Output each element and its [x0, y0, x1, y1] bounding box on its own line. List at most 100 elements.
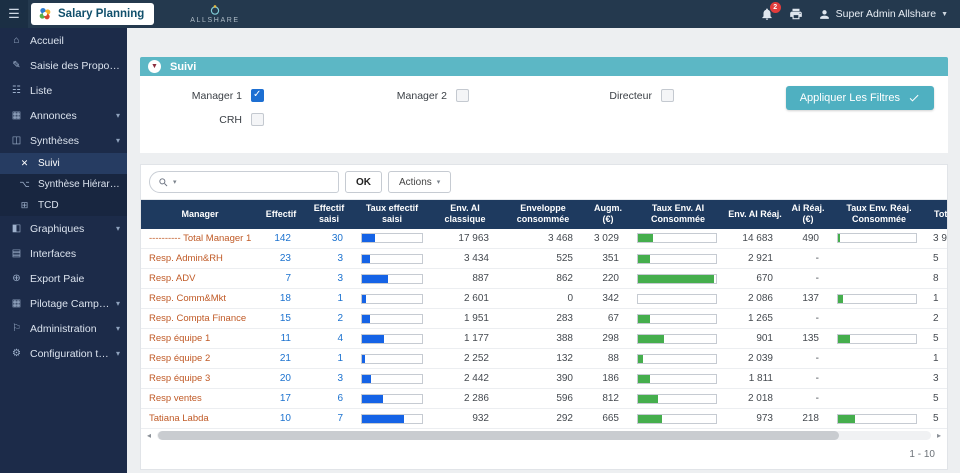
sidebar-item-annonces[interactable]: ▦ Annonces ▾ — [0, 103, 127, 128]
column-header-effectif[interactable]: Effectif — [259, 200, 303, 229]
column-header-enveloppe-consomm-e[interactable]: Enveloppe consommée — [501, 200, 585, 229]
cell-taux-env-reaj-consommee — [831, 388, 927, 409]
cell-env-ai-classique: 932 — [429, 408, 501, 429]
cell-manager[interactable]: Resp. ADV — [141, 268, 259, 289]
sidebar-item-liste[interactable]: ☷ Liste — [0, 78, 127, 103]
sidebar-item-synth-se-hi-rarchique[interactable]: ⌥ Synthèse Hiérarchique — [0, 174, 127, 195]
table-row[interactable]: Resp équipe 1 11 4 1 177 388 298 901 135 5 — [141, 328, 947, 349]
column-header-ai-r-aj[interactable]: Ai Réaj. (€) — [785, 200, 831, 229]
hamburger-menu-icon[interactable]: ☰ — [0, 0, 28, 28]
scrollbar-track[interactable] — [157, 431, 931, 440]
column-header-augm[interactable]: Augm. (€) — [585, 200, 631, 229]
scroll-left-icon[interactable]: ◂ — [144, 429, 154, 442]
chevron-down-icon: ▾ — [436, 179, 441, 186]
cell-manager[interactable]: Tatiana Labda — [141, 408, 259, 429]
cell-ai-reaj: - — [785, 368, 831, 389]
apply-filters-button[interactable]: Appliquer Les Filtres — [785, 86, 934, 110]
cell-taux-env-reaj-consommee — [831, 348, 927, 369]
app-logo[interactable]: Salary Planning — [31, 3, 155, 25]
cell-manager[interactable]: Resp ventes — [141, 388, 259, 409]
sidebar-item-label: Export Paie — [30, 272, 85, 285]
column-header-total-ai[interactable]: Total AI — [927, 200, 947, 229]
cell-taux-env-ai-consommee — [631, 388, 725, 409]
table-row[interactable]: Resp. Admin&RH 23 3 3 434 525 351 2 921- 5 — [141, 248, 947, 269]
column-header-env-ai-classique[interactable]: Env. AI classique — [429, 200, 501, 229]
sidebar-item-interfaces[interactable]: ▤ Interfaces — [0, 241, 127, 266]
progress-fill-green — [638, 334, 664, 343]
table-row[interactable]: Resp équipe 3 20 3 2 442 390 186 1 811-3 — [141, 368, 947, 389]
table-row[interactable]: Tatiana Labda 10 7 932 292 665 973 218 5 — [141, 408, 947, 429]
progress-fill-green — [638, 254, 650, 263]
table-row[interactable]: Resp. Comm&Mkt 18 1 2 601 0 342 2 086 137 1 — [141, 288, 947, 309]
table-row[interactable]: ---------- Total Manager 1 142 30 17 963 3 4… — [141, 228, 947, 249]
pencil-icon: ✎ — [12, 60, 21, 71]
checkbox-crh[interactable] — [251, 113, 264, 126]
chevron-down-icon: ▾ — [115, 349, 120, 358]
cell-taux-env-ai-consommee — [631, 328, 725, 349]
cell-taux-effectif-saisi — [355, 308, 429, 329]
checkbox-manager-2[interactable] — [456, 89, 469, 102]
cell-manager[interactable]: Resp équipe 3 — [141, 368, 259, 389]
column-header-taux-effectif-saisi[interactable]: Taux effectif saisi — [355, 200, 429, 229]
horizontal-scrollbar[interactable]: ◂ ▸ — [141, 429, 947, 442]
cell-manager[interactable]: Resp. Admin&RH — [141, 248, 259, 269]
sidebar-item-configuration-techni[interactable]: ⚙ Configuration techni...▾ — [0, 341, 127, 366]
search-input[interactable] — [180, 175, 330, 189]
sidebar-item-label: Pilotage Campagne — [30, 297, 112, 310]
filter-label: Directeur — [609, 89, 652, 102]
cell-total-ai: 2 — [927, 308, 947, 329]
progress-track — [637, 293, 717, 304]
cell-env-ai-reaj: 2 039 — [725, 348, 785, 369]
sidebar-item-accueil[interactable]: ⌂ Accueil — [0, 28, 127, 53]
cell-effectif: 18 — [259, 288, 303, 309]
checkbox-directeur[interactable] — [661, 89, 674, 102]
progress-fill-green — [838, 234, 841, 243]
cell-taux-env-ai-consommee — [631, 348, 725, 369]
table-row[interactable]: Resp équipe 2 21 1 2 252 132 88 2 039-1 — [141, 348, 947, 369]
cell-effectif: 10 — [259, 408, 303, 429]
sidebar-item-pilotage-campagne[interactable]: ▦ Pilotage Campagne▾ — [0, 291, 127, 316]
cell-manager[interactable]: Resp équipe 2 — [141, 348, 259, 369]
cell-augm: 298 — [585, 328, 631, 349]
pagination-label: 1 - 10 — [909, 449, 935, 460]
column-header-manager[interactable]: Manager — [141, 200, 259, 229]
progress-fill-green — [638, 234, 653, 243]
table-row[interactable]: Resp. Compta Finance 15 2 1 951 283 67 1 265-2 — [141, 308, 947, 329]
cell-ai-reaj: - — [785, 388, 831, 409]
column-header-effectif-saisi[interactable]: Effectif saisi — [303, 200, 355, 229]
column-header-taux-env-r-aj-consomm-e[interactable]: Taux Env. Réaj. Consommée — [831, 200, 927, 229]
ok-button[interactable]: OK — [345, 171, 382, 193]
checkbox-manager-1[interactable] — [251, 89, 264, 102]
collapse-panel-button[interactable]: ▼ — [148, 60, 161, 73]
cell-manager[interactable]: Resp. Compta Finance — [141, 308, 259, 329]
table-row[interactable]: Resp. ADV 7 3 887 862 220 670- 8 — [141, 268, 947, 289]
cell-manager[interactable]: Resp. Comm&Mkt — [141, 288, 259, 309]
table-row[interactable]: Resp ventes 17 6 2 286 596 812 2 018- 5 — [141, 388, 947, 409]
cell-manager[interactable]: ---------- Total Manager 1 — [141, 228, 259, 249]
scroll-right-icon[interactable]: ▸ — [934, 429, 944, 442]
user-menu[interactable]: Super Admin Allshare ▼ — [818, 8, 948, 21]
cell-effectif: 11 — [259, 328, 303, 349]
chevron-down-icon[interactable]: ▾ — [173, 178, 177, 186]
actions-button[interactable]: Actions ▾ — [388, 171, 452, 193]
printer-icon — [789, 8, 802, 20]
sidebar-item-administration[interactable]: ⚐ Administration ▾ — [0, 316, 127, 341]
sidebar-item-synth-ses[interactable]: ◫ Synthèses ▾ — [0, 128, 127, 153]
cell-taux-effectif-saisi — [355, 328, 429, 349]
notifications-button[interactable]: 2 — [760, 2, 781, 21]
sidebar-item-saisie-des-propositions[interactable]: ✎ Saisie des Propositions — [0, 53, 127, 78]
sidebar-item-suivi[interactable]: ✕ Suivi — [0, 153, 127, 174]
column-header-taux-env-ai-consomm-e[interactable]: Taux Env. AI Consommée — [631, 200, 725, 229]
main-content: ▼ Suivi Manager 1 Manager 2 Directeur CRH … — [127, 28, 960, 473]
sidebar-item-export-paie[interactable]: ⊕ Export Paie — [0, 266, 127, 291]
cell-augm: 351 — [585, 248, 631, 269]
progress-track — [637, 333, 717, 344]
progress-fill-green — [638, 374, 651, 383]
cell-manager[interactable]: Resp équipe 1 — [141, 328, 259, 349]
search-icon[interactable] — [158, 177, 169, 188]
print-button[interactable] — [789, 7, 803, 21]
sidebar-item-graphiques[interactable]: ◧ Graphiques ▾ — [0, 216, 127, 241]
scrollbar-thumb[interactable] — [158, 431, 840, 440]
column-header-env-ai-r-aj[interactable]: Env. AI Réaj. — [725, 200, 785, 229]
sidebar-item-tcd[interactable]: ⊞ TCD — [0, 195, 127, 216]
